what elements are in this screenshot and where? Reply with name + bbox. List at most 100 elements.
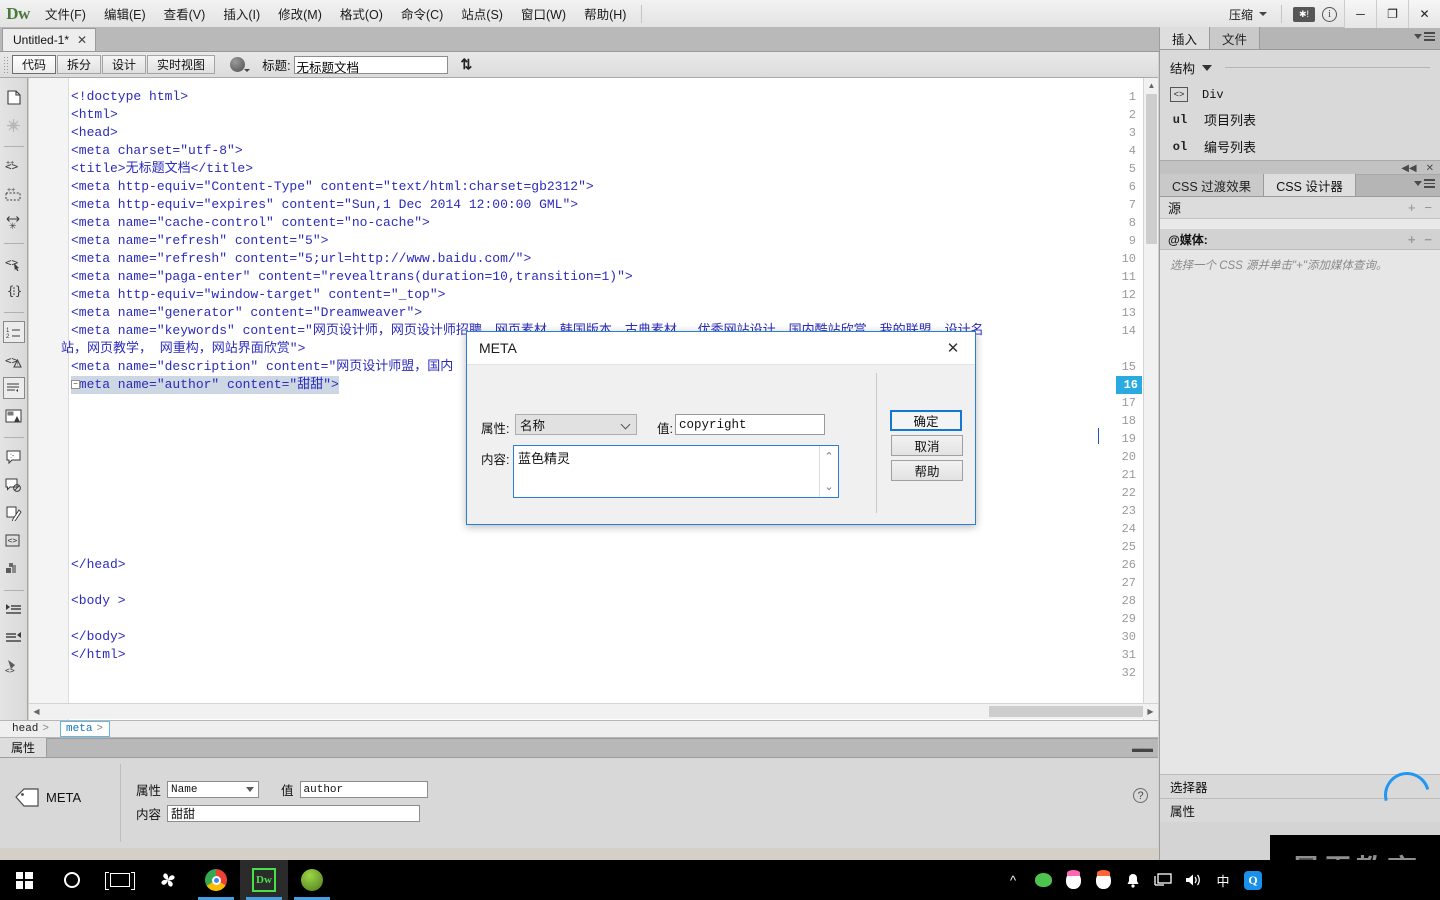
code-line[interactable]: <meta name="paga-enter" content="revealt…	[71, 268, 633, 286]
wechat-tray-icon[interactable]	[1034, 871, 1052, 889]
remove-comment-icon[interactable]: ++	[3, 183, 25, 205]
code-line[interactable]: <meta name="generator" content="Dreamwea…	[71, 304, 422, 322]
add-source-button[interactable]: +	[1408, 200, 1416, 215]
chrome-taskbar-button[interactable]	[192, 860, 240, 900]
code-line[interactable]: <meta http-equiv="expires" content="Sun,…	[71, 196, 578, 214]
highlight-invalid-icon[interactable]	[3, 114, 25, 136]
ok-button[interactable]: 确定	[890, 410, 962, 431]
volume-icon[interactable]	[1184, 871, 1202, 889]
scroll-up-icon[interactable]: ⌃	[824, 450, 833, 463]
file-management-icon[interactable]: ⇅	[461, 56, 473, 73]
network-monitor-icon[interactable]	[1154, 871, 1172, 889]
dialog-content-textarea[interactable]: 蓝色精灵 ⌃ ⌄	[513, 445, 839, 498]
line-numbers-icon[interactable]: 12	[2, 321, 25, 343]
properties-value-input[interactable]: author	[299, 781, 428, 798]
dreamweaver-taskbar-button[interactable]: Dw	[240, 860, 288, 900]
code-line[interactable]: <title>无标题文档</title>	[71, 160, 253, 178]
menu-insert[interactable]: 插入(I)	[214, 0, 269, 27]
textarea-scrollbar[interactable]: ⌃ ⌄	[819, 446, 838, 497]
maximize-button[interactable]: ❐	[1376, 0, 1408, 28]
dialog-attribute-select[interactable]: 名称	[515, 414, 637, 435]
workspace-switcher[interactable]: 压缩	[1221, 4, 1275, 25]
code-fold-toggle[interactable]: −	[71, 380, 80, 389]
show-hidden-icons-icon[interactable]: ^	[1004, 871, 1022, 889]
close-icon[interactable]: ✕	[931, 332, 975, 365]
insert-item-div[interactable]: <> Div	[1160, 83, 1440, 106]
word-wrap-icon[interactable]	[2, 377, 25, 399]
menu-window[interactable]: 窗口(W)	[512, 0, 575, 27]
qq-orange-tray-icon[interactable]	[1094, 869, 1112, 889]
code-line[interactable]: <html>	[71, 106, 118, 124]
dialog-value-input[interactable]: copyright	[675, 414, 825, 435]
indent-code-icon[interactable]	[3, 558, 25, 580]
scroll-up-arrow[interactable]: ▲	[1144, 78, 1158, 93]
tab-files[interactable]: 文件	[1210, 27, 1261, 49]
pinwheel-app-button[interactable]	[144, 860, 192, 900]
tab-properties[interactable]: 属性	[0, 738, 48, 757]
view-code-button[interactable]: 代码	[12, 55, 57, 74]
code-line[interactable]: <meta charset="utf-8">	[71, 142, 243, 160]
outdent-line-icon[interactable]	[3, 627, 25, 649]
code-line[interactable]: <!doctype html>	[71, 88, 188, 106]
highlight-invalid-code-icon[interactable]: <>!	[3, 349, 25, 371]
minimize-button[interactable]: ─	[1344, 0, 1376, 28]
menu-help[interactable]: 帮助(H)	[575, 0, 635, 27]
view-design-button[interactable]: 设计	[102, 55, 147, 74]
tag-selector-meta[interactable]: meta	[60, 721, 111, 737]
menu-file[interactable]: 文件(F)	[36, 0, 95, 27]
help-icon[interactable]: ?	[1133, 788, 1148, 803]
select-parent-tag-icon[interactable]: <>	[3, 252, 25, 274]
apply-comment-icon[interactable]: <> ++	[3, 155, 25, 177]
code-vertical-scrollbar[interactable]: ▲ ▼	[1143, 78, 1158, 722]
code-line[interactable]: <meta name="cache-control" content="no-c…	[71, 214, 430, 232]
code-horizontal-scrollbar[interactable]: ◀ ▶	[29, 703, 1199, 719]
preview-browser-icon[interactable]	[230, 57, 251, 72]
apply-source-format-icon[interactable]: <>	[3, 655, 25, 677]
recent-snippets-icon[interactable]: :-	[3, 446, 32, 468]
help-button[interactable]: 帮助	[891, 460, 963, 481]
info-icon[interactable]: i	[1322, 6, 1337, 22]
css-panel-menu-icon[interactable]	[1414, 179, 1435, 188]
format-source-icon[interactable]: <>	[3, 530, 25, 552]
cortana-search-button[interactable]	[48, 860, 96, 900]
menu-format[interactable]: 格式(O)	[331, 0, 392, 27]
code-line[interactable]: <meta name="refresh" content="5;url=http…	[71, 250, 531, 268]
balance-braces-icon[interactable]: {}	[3, 280, 25, 302]
tab-insert[interactable]: 插入	[1160, 27, 1211, 49]
tab-css-designer[interactable]: CSS 设计器	[1264, 174, 1356, 196]
menu-modify[interactable]: 修改(M)	[269, 0, 331, 27]
scroll-down-icon[interactable]: ⌄	[824, 480, 833, 493]
qq-pink-tray-icon[interactable]	[1064, 869, 1082, 889]
insert-item-unordered-list[interactable]: ul 项目列表	[1160, 106, 1440, 133]
collapse-selection-icon[interactable]	[3, 474, 25, 496]
insert-panel-menu-icon[interactable]	[1414, 32, 1435, 41]
menu-site[interactable]: 站点(S)	[452, 0, 512, 27]
remove-media-button[interactable]: −	[1424, 232, 1432, 247]
collapse-to-icons-icon[interactable]: ◀◀	[1401, 163, 1416, 174]
properties-attribute-select[interactable]: Name	[167, 781, 260, 798]
leaf-app-taskbar-button[interactable]	[288, 860, 336, 900]
toolbar-grip[interactable]	[3, 55, 8, 74]
code-line[interactable]: <meta http-equiv="window-target" content…	[71, 286, 445, 304]
view-split-button[interactable]: 拆分	[57, 55, 102, 74]
ime-indicator[interactable]: 中	[1214, 871, 1232, 889]
remove-source-button[interactable]: −	[1424, 200, 1432, 215]
expand-all-icon[interactable]	[3, 502, 25, 524]
tab-css-transitions[interactable]: CSS 过渡效果	[1160, 174, 1265, 196]
insert-item-ordered-list[interactable]: ol 编号列表	[1160, 133, 1440, 160]
notification-bell-icon[interactable]	[1124, 871, 1142, 889]
insert-category-structure[interactable]: 结构	[1160, 56, 1440, 83]
cancel-button[interactable]: 取消	[891, 435, 963, 456]
scroll-right-arrow[interactable]: ▶	[1143, 704, 1158, 719]
page-title-input[interactable]: 无标题文档	[293, 55, 448, 75]
code-line[interactable]: 站，网页教学， 网重构，网站界面欣赏">	[61, 340, 305, 358]
close-icon[interactable]: ✕	[77, 33, 87, 47]
tag-selector-head[interactable]: head	[6, 721, 56, 737]
panel-options-icon[interactable]: ▬▬	[1132, 743, 1153, 755]
code-line[interactable]: </body>	[71, 628, 126, 646]
view-live-button[interactable]: 实时视图	[147, 55, 216, 74]
code-line[interactable]: <meta name="description" content="网页设计师盟…	[71, 358, 453, 376]
code-line[interactable]: <meta name="author" content="甜甜">	[71, 376, 339, 394]
document-tab-untitled-1[interactable]: Untitled-1* ✕	[2, 28, 97, 51]
task-view-button[interactable]	[96, 860, 144, 900]
